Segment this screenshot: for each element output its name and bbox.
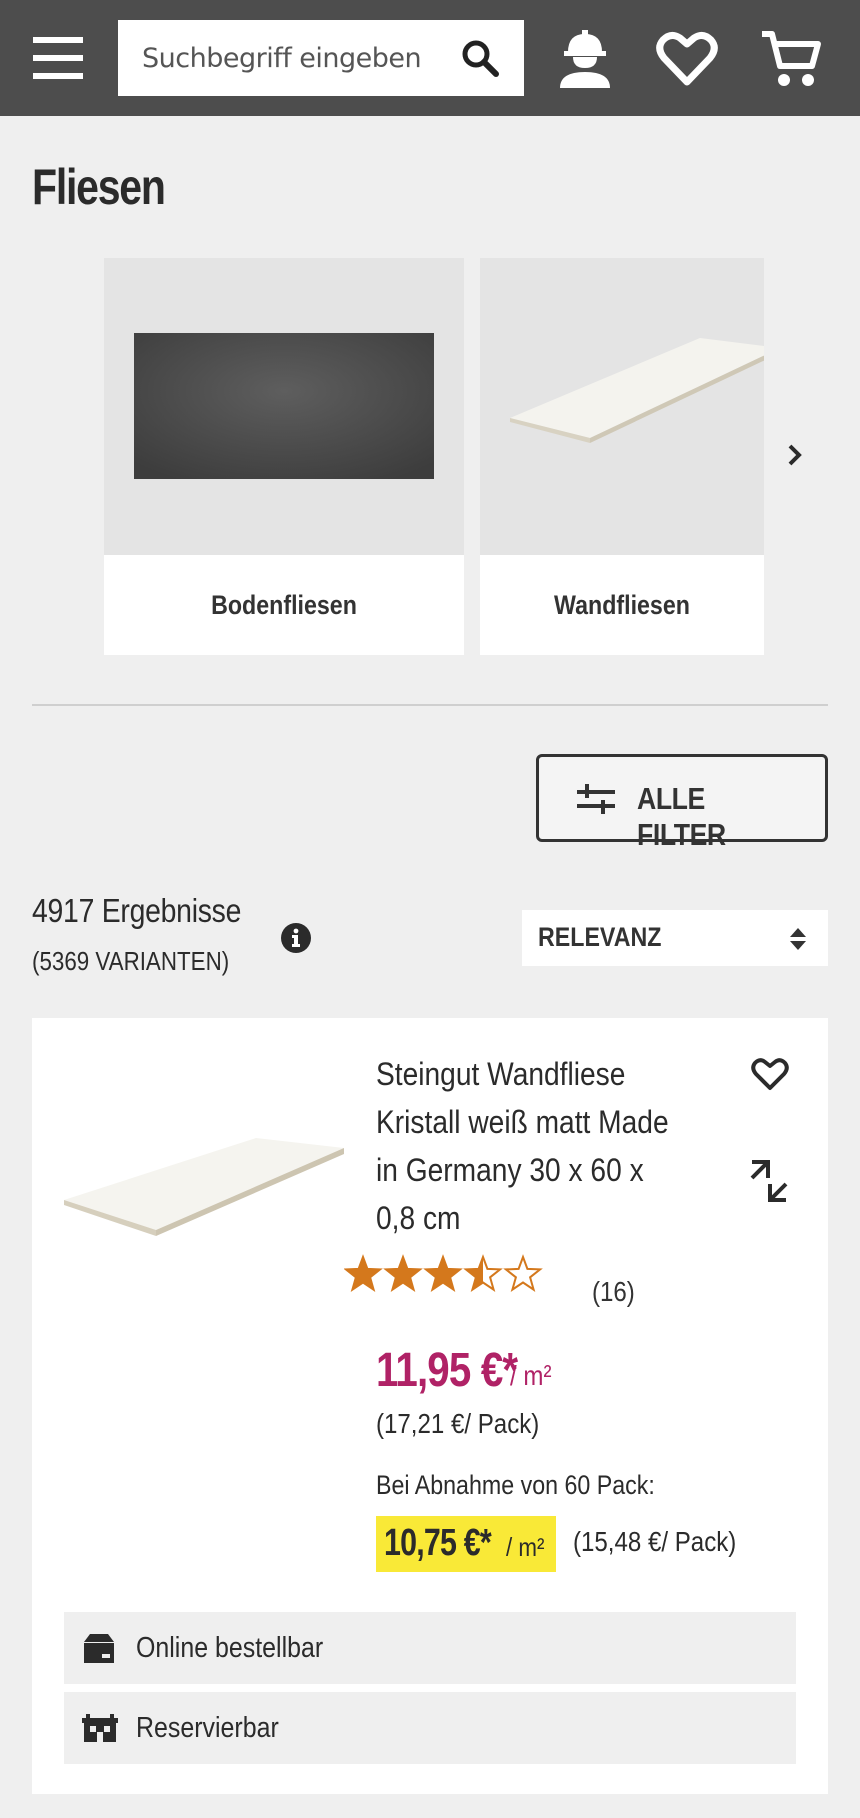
- parcel-icon: [84, 1634, 114, 1663]
- price-per-pack: (17,21 €/ Pack): [376, 1408, 540, 1439]
- category-image: [104, 258, 464, 555]
- search-icon[interactable]: [460, 38, 500, 78]
- sort-arrows-icon: [790, 928, 806, 950]
- star-fill: [425, 1257, 461, 1290]
- category-label: Bodenfliesen: [211, 589, 357, 620]
- search-input[interactable]: [142, 38, 442, 78]
- bulk-label: Bei Abnahme von 60 Pack:: [376, 1470, 655, 1500]
- availability-label: Reservierbar: [136, 1712, 279, 1744]
- sort-select[interactable]: RELEVANZ: [522, 910, 828, 966]
- category-card-wandfliesen[interactable]: Wandfliesen: [480, 258, 764, 655]
- availability-online: Online bestellbar: [64, 1612, 796, 1684]
- top-bar: [0, 0, 860, 116]
- results-variants: (5369 VARIANTEN): [32, 946, 230, 976]
- all-filters-button[interactable]: ALLE FILTER: [536, 754, 828, 852]
- heart-icon[interactable]: [654, 26, 720, 92]
- info-icon[interactable]: [280, 922, 312, 954]
- star-icon: [503, 1254, 543, 1292]
- menu-icon[interactable]: [33, 37, 83, 79]
- availability-store: Reservierbar: [64, 1692, 796, 1764]
- product-title[interactable]: Steingut Wandfliese Kristall weiß matt M…: [376, 1050, 675, 1242]
- wishlist-heart-icon[interactable]: [750, 1056, 790, 1092]
- rating-stars: [343, 1253, 584, 1302]
- sort-value: RELEVANZ: [538, 922, 662, 952]
- bulk-price-highlight: 10,75 €* / m²: [376, 1516, 556, 1572]
- compare-arrows-icon[interactable]: [748, 1158, 790, 1204]
- star-fill: [345, 1257, 381, 1290]
- price: 11,95 €*: [376, 1344, 518, 1397]
- product-image: [64, 1138, 344, 1236]
- all-filters-label: ALLE FILTER: [637, 781, 726, 852]
- bulk-price: 10,75 €*: [384, 1522, 492, 1564]
- availability-label: Online bestellbar: [136, 1632, 324, 1664]
- store-icon: [82, 1714, 118, 1742]
- star-fill: [385, 1257, 421, 1290]
- category-image: [480, 258, 764, 555]
- rating-count[interactable]: (16): [592, 1276, 635, 1308]
- results-count: 4917 Ergebnisse: [32, 892, 242, 929]
- category-card-bodenfliesen[interactable]: Bodenfliesen: [104, 258, 464, 655]
- chevron-right-icon[interactable]: [780, 440, 810, 470]
- filter-sliders-icon: [577, 784, 615, 814]
- page-title: Fliesen: [32, 159, 166, 215]
- divider: [32, 704, 828, 706]
- category-label: Wandfliesen: [554, 589, 690, 620]
- search-box: [118, 20, 524, 96]
- bulk-unit: / m²: [506, 1532, 545, 1562]
- cart-icon[interactable]: [758, 26, 824, 92]
- bulk-per-pack: (15,48 €/ Pack): [573, 1526, 737, 1557]
- account-worker-icon[interactable]: [552, 26, 618, 92]
- price-unit: / m²: [510, 1360, 552, 1391]
